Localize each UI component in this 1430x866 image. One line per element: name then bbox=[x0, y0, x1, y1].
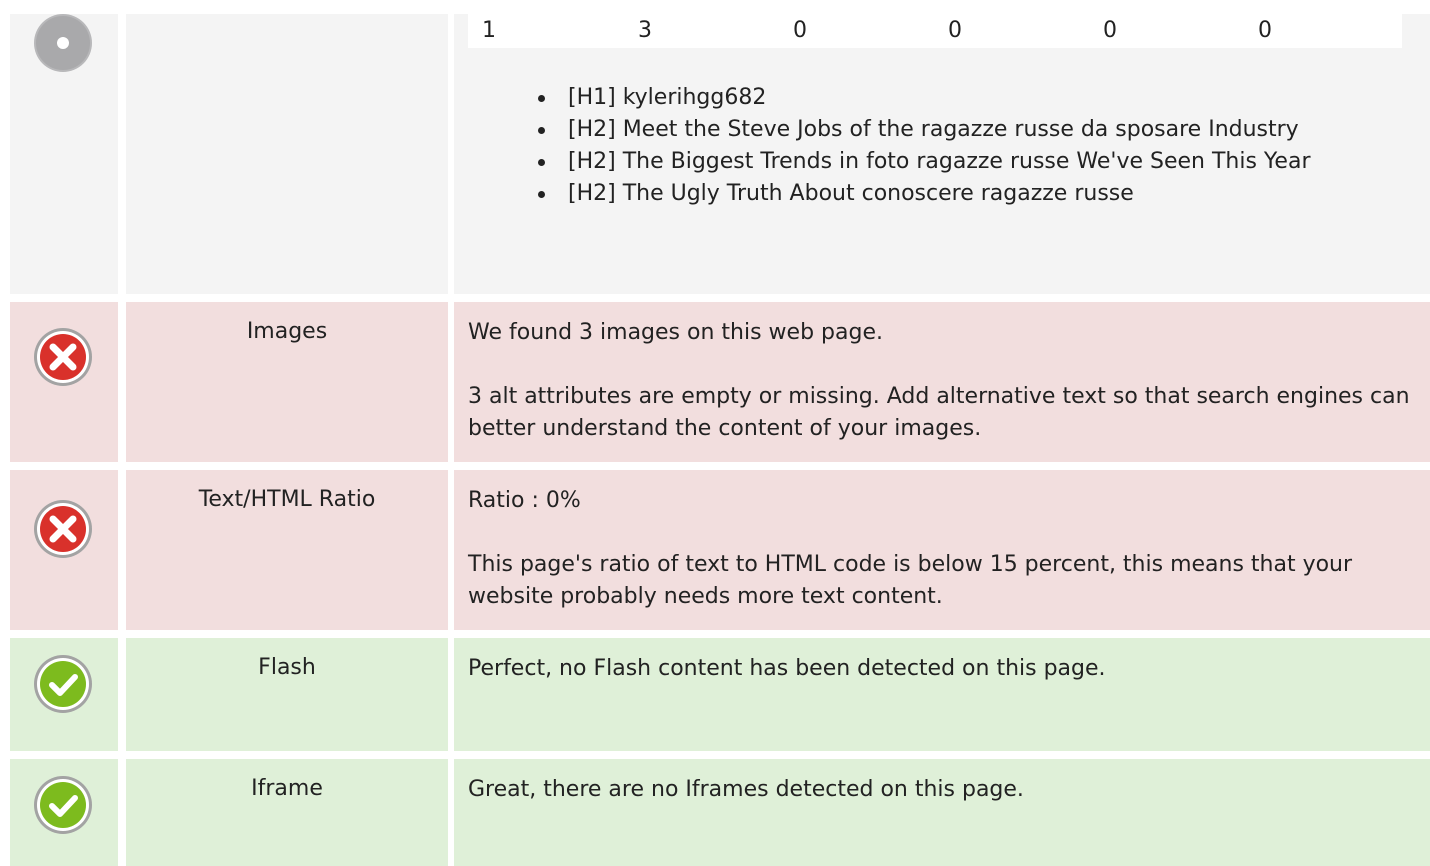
images-icon-cell bbox=[10, 302, 118, 462]
ratio-value: Ratio : 0% bbox=[468, 488, 581, 513]
ratio-label-cell: Text/HTML Ratio bbox=[126, 470, 448, 630]
iframe-label: Iframe bbox=[251, 776, 323, 801]
list-item: [H2] Meet the Steve Jobs of the ragazze … bbox=[538, 114, 1430, 146]
headings-label-cell bbox=[126, 14, 448, 294]
heading-counts-row: 1 3 0 0 0 0 bbox=[468, 14, 1402, 48]
flash-summary: Perfect, no Flash content has been detec… bbox=[468, 656, 1106, 681]
iframe-content-cell: Great, there are no Iframes detected on … bbox=[454, 759, 1430, 866]
ratio-content-cell: Ratio : 0% This page's ratio of text to … bbox=[454, 470, 1430, 630]
headings-list: [H1] kylerihgg682 [H2] Meet the Steve Jo… bbox=[530, 82, 1430, 210]
headings-icon-cell bbox=[10, 14, 118, 294]
checkmark-icon bbox=[34, 655, 92, 713]
info-neutral-icon bbox=[34, 14, 92, 72]
list-item: [H2] The Ugly Truth About conoscere raga… bbox=[538, 178, 1430, 210]
iframe-label-cell: Iframe bbox=[126, 759, 448, 866]
error-x-icon bbox=[34, 500, 92, 558]
flash-icon-cell bbox=[10, 638, 118, 751]
flash-label: Flash bbox=[258, 655, 316, 680]
ratio-icon-cell bbox=[10, 470, 118, 630]
list-item: [H2] The Biggest Trends in foto ragazze … bbox=[538, 146, 1430, 178]
ratio-advice: This page's ratio of text to HTML code i… bbox=[468, 552, 1353, 609]
checkmark-icon bbox=[34, 776, 92, 834]
h3-count: 0 bbox=[793, 18, 807, 43]
images-summary: We found 3 images on this web page. bbox=[468, 320, 883, 345]
h6-count: 0 bbox=[1258, 18, 1272, 43]
ratio-label: Text/HTML Ratio bbox=[198, 487, 376, 512]
iframe-icon-cell bbox=[10, 759, 118, 866]
flash-label-cell: Flash bbox=[126, 638, 448, 751]
images-label: Images bbox=[246, 319, 328, 344]
iframe-summary: Great, there are no Iframes detected on … bbox=[468, 777, 1024, 802]
h5-count: 0 bbox=[1103, 18, 1117, 43]
h2-count: 3 bbox=[638, 18, 652, 43]
list-item: [H1] kylerihgg682 bbox=[538, 82, 1430, 114]
flash-content-cell: Perfect, no Flash content has been detec… bbox=[454, 638, 1430, 751]
images-label-cell: Images bbox=[126, 302, 448, 462]
iframe-row: Iframe Great, there are no Iframes detec… bbox=[0, 759, 1430, 866]
flash-row: Flash Perfect, no Flash content has been… bbox=[0, 638, 1430, 751]
h4-count: 0 bbox=[948, 18, 962, 43]
error-x-icon bbox=[34, 328, 92, 386]
ratio-row: Text/HTML Ratio Ratio : 0% This page's r… bbox=[0, 470, 1430, 630]
images-row: Images We found 3 images on this web pag… bbox=[0, 302, 1430, 462]
h1-count: 1 bbox=[482, 18, 496, 43]
images-content-cell: We found 3 images on this web page. 3 al… bbox=[454, 302, 1430, 462]
images-advice: 3 alt attributes are empty or missing. A… bbox=[468, 384, 1410, 441]
